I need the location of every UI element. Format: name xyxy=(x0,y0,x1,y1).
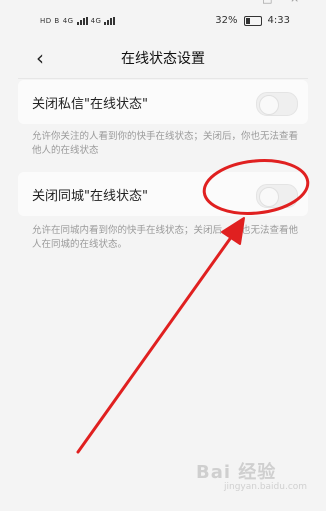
header-divider xyxy=(18,78,308,79)
signal-icon xyxy=(76,17,88,25)
signal-icon-2 xyxy=(104,17,116,25)
status-left: HD B 4G 4G xyxy=(40,17,116,25)
status-right: 32% 4:33 xyxy=(215,15,290,26)
battery-percent: 32% xyxy=(215,15,238,26)
clock: 4:33 xyxy=(267,15,290,26)
header-bar: ‹ 在线状态设置 xyxy=(0,40,326,78)
restore-icon[interactable]: □ xyxy=(262,0,272,5)
setting-row-private-message[interactable]: 关闭私信"在线状态" xyxy=(18,80,308,124)
setting-label: 关闭同城"在线状态" xyxy=(32,189,148,204)
close-icon[interactable]: × xyxy=(290,0,299,5)
battery-icon xyxy=(243,15,262,26)
watermark-logo: Bai 经验 xyxy=(196,462,277,483)
network-indicator: HD B xyxy=(40,17,60,25)
setting-description: 允许在同城内看到你的快手在线状态；关闭后，你也无法查看他人在同城的在线状态。 xyxy=(32,225,299,250)
toggle-switch-private-message[interactable] xyxy=(256,92,298,116)
setting-row-same-city[interactable]: 关闭同城"在线状态" xyxy=(18,172,308,216)
annotation-arrow-shaft xyxy=(76,234,234,454)
setting-description: 允许你关注的人看到你的快手在线状态；关闭后，你也无法查看他人的在线状态 xyxy=(32,131,299,156)
signal-label-b: 4G xyxy=(90,17,102,25)
signal-label-a: 4G xyxy=(62,17,74,25)
minimize-icon[interactable]: — xyxy=(240,0,251,5)
page-title: 在线状态设置 xyxy=(121,51,205,67)
setting-label: 关闭私信"在线状态" xyxy=(32,97,148,112)
toggle-switch-same-city[interactable] xyxy=(256,184,298,208)
watermark-url: jingyan.baidu.com xyxy=(224,482,308,492)
